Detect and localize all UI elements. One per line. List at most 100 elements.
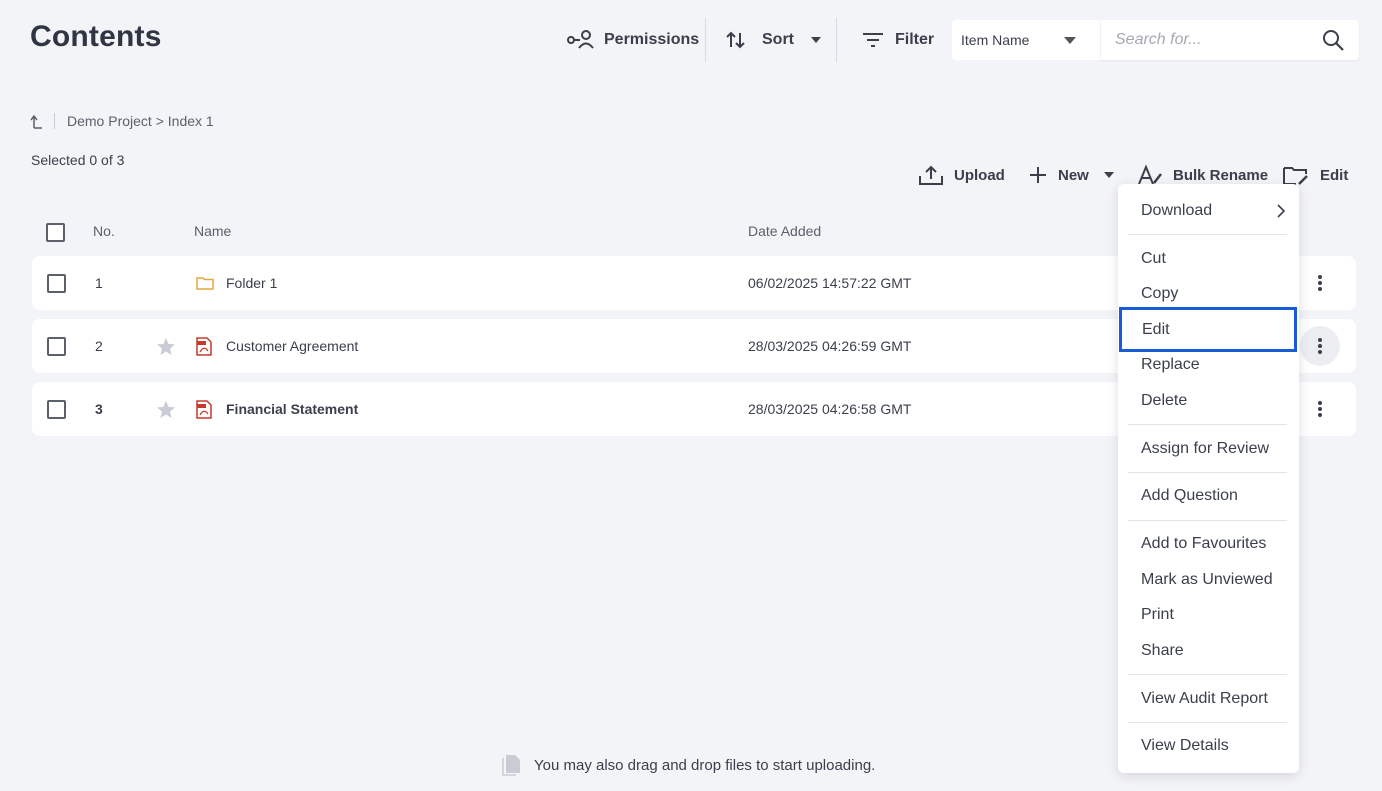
more-options-button[interactable] [1300, 326, 1340, 366]
filter-button[interactable]: Filter [861, 18, 934, 62]
menu-item-label: Cut [1141, 250, 1166, 267]
menu-divider [1128, 234, 1287, 235]
sort-button[interactable]: Sort [726, 18, 822, 62]
chevron-right-icon [1277, 204, 1285, 218]
context-menu: Download Cut Copy Edit Replace Delete As… [1118, 184, 1299, 773]
column-header-date-added[interactable]: Date Added [748, 223, 821, 239]
star-icon[interactable] [156, 382, 176, 436]
menu-item-cut[interactable]: Cut [1118, 242, 1299, 276]
folder-icon [196, 256, 214, 310]
menu-divider [1128, 472, 1287, 473]
item-date-added: 06/02/2025 14:57:22 GMT [748, 275, 912, 291]
folder-edit-icon [1283, 167, 1308, 185]
menu-item-share[interactable]: Share [1118, 634, 1299, 668]
menu-item-assign-for-review[interactable]: Assign for Review [1118, 432, 1299, 466]
menu-item-download[interactable]: Download [1118, 194, 1299, 228]
more-vertical-icon [1318, 338, 1322, 354]
top-toolbar: Permissions Sort Filter Item Name [0, 0, 1382, 80]
selection-count: Selected 0 of 3 [31, 152, 125, 168]
menu-item-label: Assign for Review [1141, 440, 1270, 457]
search-field-select[interactable]: Item Name [952, 20, 1100, 60]
menu-item-view-audit-report[interactable]: View Audit Report [1118, 682, 1299, 716]
caret-down-icon [811, 37, 821, 43]
drag-drop-hint: You may also drag and drop files to star… [502, 754, 875, 776]
menu-item-copy[interactable]: Copy [1118, 277, 1299, 311]
more-vertical-icon [1318, 275, 1322, 291]
search-icon[interactable] [1321, 28, 1345, 52]
breadcrumb: Demo Project > Index 1 [30, 112, 214, 130]
menu-item-print[interactable]: Print [1118, 598, 1299, 632]
menu-item-edit[interactable]: Edit [1119, 307, 1297, 352]
item-name[interactable]: Customer Agreement [226, 319, 358, 373]
caret-down-icon [1103, 172, 1114, 178]
menu-divider [1128, 424, 1287, 425]
upload-label: Upload [954, 166, 1005, 184]
menu-item-label: Add to Favourites [1141, 535, 1267, 552]
column-header-no[interactable]: No. [93, 223, 115, 239]
search-box [1101, 20, 1359, 60]
menu-item-view-details[interactable]: View Details [1118, 729, 1299, 763]
menu-item-label: View Details [1141, 737, 1229, 754]
menu-divider [1128, 722, 1287, 723]
breadcrumb-path[interactable]: Demo Project > Index 1 [67, 113, 214, 129]
menu-item-label: Mark as Unviewed [1141, 571, 1273, 588]
menu-item-replace[interactable]: Replace [1118, 348, 1299, 382]
row-checkbox[interactable] [47, 274, 66, 293]
upload-icon [919, 165, 943, 185]
menu-item-add-question[interactable]: Add Question [1118, 479, 1299, 513]
select-all-checkbox[interactable] [46, 223, 65, 242]
permissions-label: Permissions [604, 31, 700, 48]
menu-item-label: Delete [1141, 392, 1188, 409]
menu-item-label: Replace [1141, 356, 1200, 373]
new-label: New [1058, 166, 1089, 184]
row-checkbox[interactable] [47, 337, 66, 356]
toolbar-divider [705, 18, 706, 62]
permissions-icon [567, 30, 594, 49]
more-options-button[interactable] [1300, 263, 1340, 303]
menu-item-delete[interactable]: Delete [1118, 384, 1299, 418]
caret-down-icon [1064, 37, 1076, 44]
menu-item-label: View Audit Report [1141, 690, 1268, 707]
sort-label: Sort [762, 31, 794, 48]
plus-icon [1030, 167, 1046, 183]
menu-item-mark-as-unviewed[interactable]: Mark as Unviewed [1118, 563, 1299, 597]
item-date-added: 28/03/2025 04:26:59 GMT [748, 338, 912, 354]
menu-item-add-to-favourites[interactable]: Add to Favourites [1118, 527, 1299, 561]
document-icon [502, 755, 520, 776]
pdf-icon [196, 382, 212, 436]
upload-button[interactable]: Upload [918, 160, 1005, 190]
column-header-name[interactable]: Name [194, 223, 231, 239]
filter-label: Filter [895, 31, 935, 48]
item-date-added: 28/03/2025 04:26:58 GMT [748, 401, 912, 417]
permissions-button[interactable]: Permissions [566, 18, 699, 62]
menu-divider [1128, 674, 1287, 675]
menu-item-label: Add Question [1141, 487, 1238, 504]
drag-drop-text: You may also drag and drop files to star… [534, 756, 876, 774]
menu-item-label: Share [1141, 642, 1184, 659]
row-number: 3 [95, 401, 103, 417]
up-level-icon[interactable] [30, 112, 54, 130]
filter-icon [863, 33, 883, 47]
more-options-button[interactable] [1300, 389, 1340, 429]
bulk-rename-label: Bulk Rename [1173, 166, 1269, 184]
row-number: 1 [95, 275, 103, 291]
menu-item-label: Download [1141, 202, 1213, 219]
new-button[interactable]: New [1028, 160, 1115, 190]
bulk-rename-icon [1138, 164, 1162, 185]
item-name[interactable]: Financial Statement [226, 382, 358, 436]
search-field-value: Item Name [961, 32, 1030, 48]
toolbar-divider [836, 18, 837, 62]
menu-divider [1128, 520, 1287, 521]
row-number: 2 [95, 338, 103, 354]
search-input[interactable] [1115, 30, 1305, 50]
sort-icon [726, 31, 745, 49]
menu-item-label: Copy [1141, 285, 1179, 302]
item-name[interactable]: Folder 1 [226, 256, 277, 310]
star-icon[interactable] [156, 319, 176, 373]
pdf-icon [196, 319, 212, 373]
menu-item-label: Print [1141, 606, 1174, 623]
more-vertical-icon [1318, 401, 1322, 417]
breadcrumb-divider [54, 113, 55, 129]
edit-label: Edit [1320, 166, 1349, 184]
row-checkbox[interactable] [47, 400, 66, 419]
